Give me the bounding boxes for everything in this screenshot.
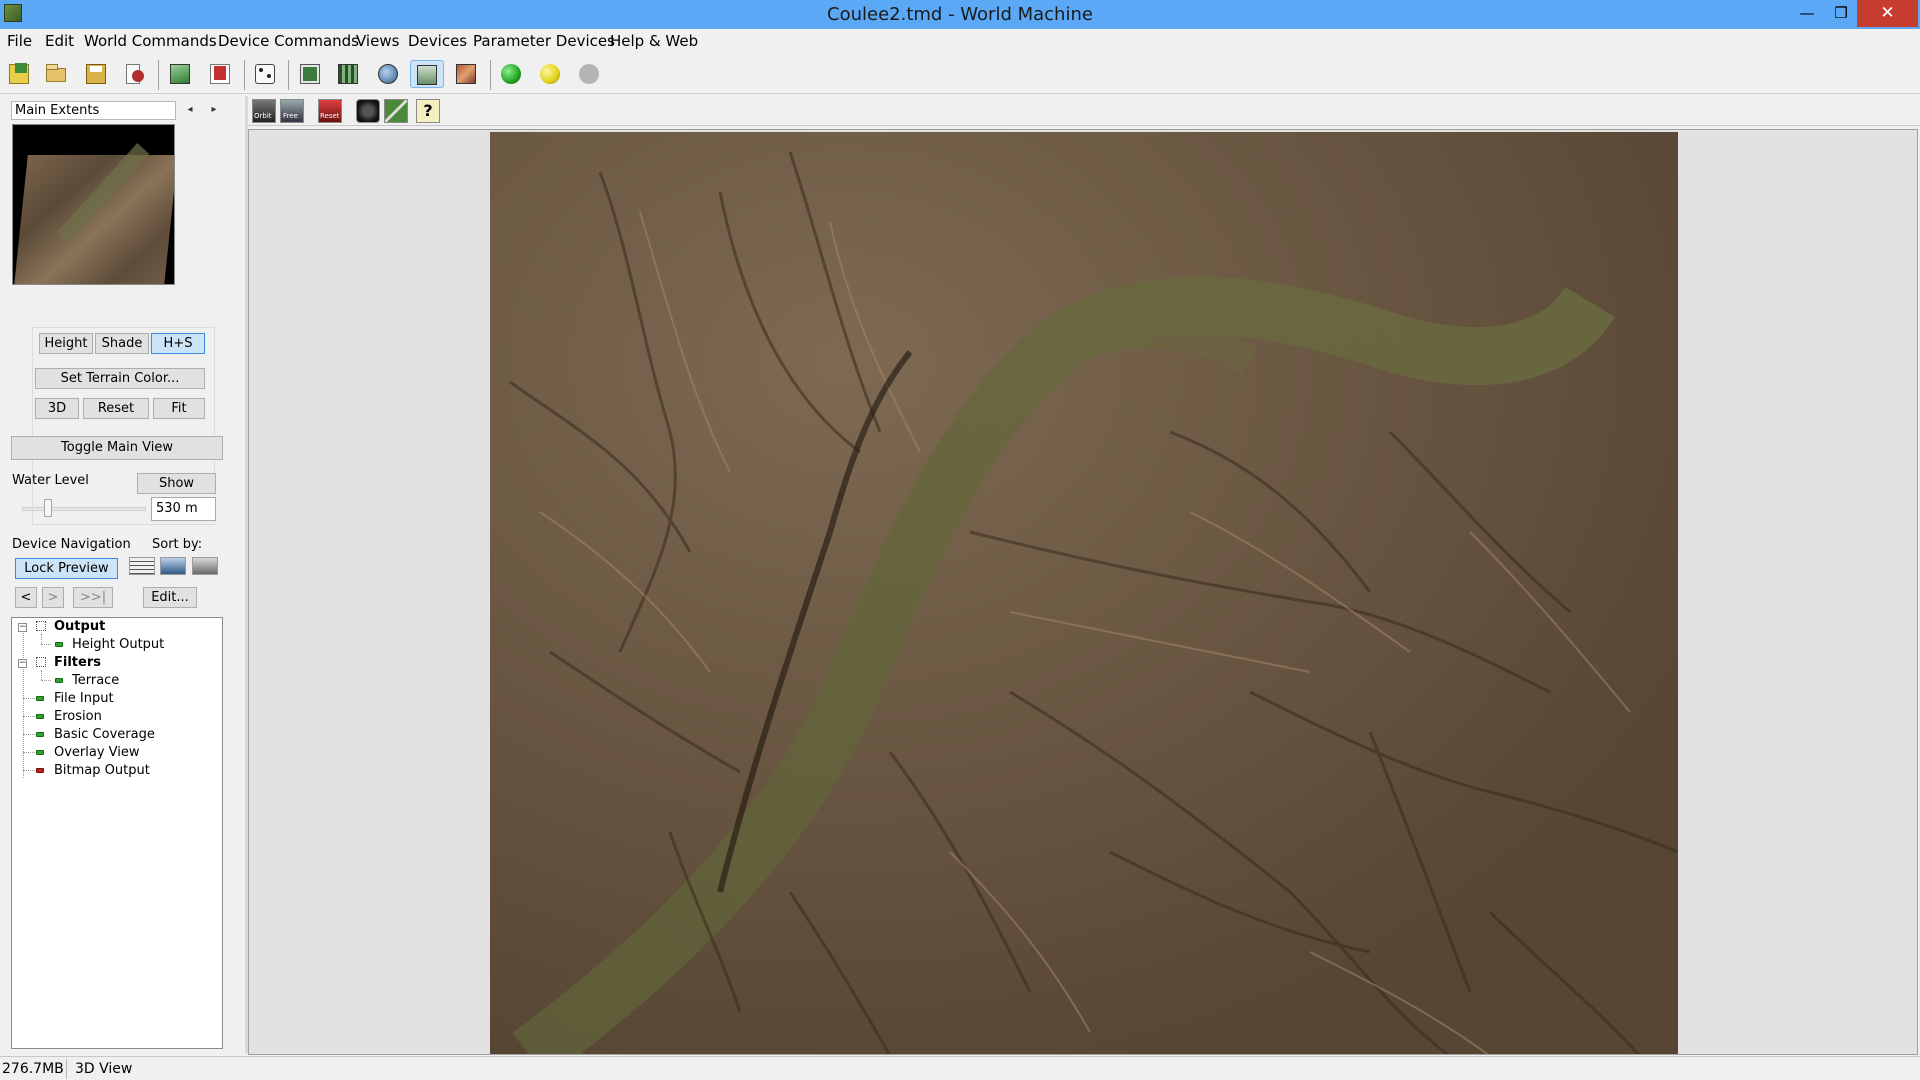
sort-by-label: Sort by: <box>152 537 203 552</box>
orbit-icon[interactable]: Orbit <box>252 99 276 123</box>
status-led-icon <box>36 732 44 737</box>
status-led-icon <box>36 750 44 755</box>
tree-item-erosion[interactable]: Erosion <box>54 708 102 726</box>
save-icon[interactable] <box>82 60 110 88</box>
reset-button[interactable]: Reset <box>83 398 149 419</box>
toggle-main-view-button[interactable]: Toggle Main View <box>11 436 223 460</box>
overlay-view-icon[interactable] <box>410 60 444 88</box>
status-led-icon <box>36 768 44 773</box>
terrain-render[interactable] <box>490 132 1678 1054</box>
tree-collapse-output[interactable]: − <box>18 623 27 632</box>
extents-next-button[interactable]: ▸ <box>204 101 224 120</box>
window-title: Coulee2.tmd - World Machine <box>827 4 1093 25</box>
menu-file[interactable]: File <box>7 32 32 50</box>
build-stop-icon[interactable] <box>575 60 603 88</box>
water-show-button[interactable]: Show <box>137 473 216 494</box>
menu-world-commands[interactable]: World Commands <box>84 32 217 50</box>
menu-device-commands[interactable]: Device Commands <box>218 32 359 50</box>
group-grid-icon <box>36 621 46 631</box>
status-led-icon <box>36 714 44 719</box>
nav-prev-button[interactable]: < <box>15 587 37 608</box>
main-3d-viewport[interactable] <box>248 129 1918 1055</box>
menu-parameter-devices[interactable]: Parameter Devices <box>473 32 615 50</box>
view-mode-shade[interactable]: Shade <box>95 333 149 354</box>
texture-view-icon[interactable] <box>452 60 480 88</box>
status-led-icon <box>55 678 63 683</box>
snapshot-camera-icon[interactable] <box>356 99 380 123</box>
terrain-preview-thumbnail[interactable] <box>12 124 175 285</box>
help-icon[interactable]: ? <box>416 99 440 123</box>
terrain-build-icon[interactable] <box>166 60 194 88</box>
memory-usage: 276.7MB <box>2 1061 64 1077</box>
random-seed-icon[interactable] <box>251 60 279 88</box>
tree-item-terrace[interactable]: Terrace <box>72 672 119 690</box>
lock-preview-button[interactable]: Lock Preview <box>15 558 118 579</box>
close-button[interactable]: ✕ <box>1857 0 1918 27</box>
status-led-icon <box>55 642 63 647</box>
menu-edit[interactable]: Edit <box>45 32 74 50</box>
menu-bar: File Edit World Commands Device Commands… <box>0 29 1920 54</box>
water-level-slider-thumb[interactable] <box>44 499 52 517</box>
preview-controls-group <box>32 327 215 525</box>
extents-dropdown[interactable]: Main Extents <box>11 101 176 120</box>
current-view-label: 3D View <box>75 1061 133 1077</box>
status-bar: 276.7MB 3D View <box>0 1056 1920 1080</box>
tree-item-output[interactable]: Output <box>54 618 105 636</box>
sort-type-icon[interactable] <box>160 557 186 575</box>
tree-item-file-input[interactable]: File Input <box>54 690 114 708</box>
fit-button[interactable]: Fit <box>153 398 205 419</box>
device-navigation-label: Device Navigation <box>12 537 131 552</box>
terrain-heightfield-image <box>490 132 1678 1054</box>
view-toolbar: Orbit Free Reset ? <box>248 96 1920 126</box>
water-level-label: Water Level <box>12 473 89 488</box>
reset-camera-icon[interactable]: Reset <box>318 99 342 123</box>
draw-line-icon[interactable] <box>384 99 408 123</box>
tree-item-basic-coverage[interactable]: Basic Coverage <box>54 726 155 744</box>
layout-view-icon[interactable] <box>296 60 324 88</box>
build-green-icon[interactable] <box>497 60 525 88</box>
extents-prev-button[interactable]: ◂ <box>180 101 200 120</box>
3d-button[interactable]: 3D <box>35 398 79 419</box>
nav-next-button[interactable]: > <box>42 587 64 608</box>
device-tree[interactable]: − Output Height Output − Filters Terrace… <box>11 617 223 1049</box>
terrain-export-icon[interactable] <box>206 60 234 88</box>
sort-name-icon[interactable] <box>192 557 218 575</box>
title-bar: Coulee2.tmd - World Machine — ❐ ✕ <box>0 0 1920 29</box>
tree-item-bitmap-output[interactable]: Bitmap Output <box>54 762 150 780</box>
status-led-icon <box>36 696 44 701</box>
open-icon[interactable] <box>42 60 70 88</box>
water-level-slider[interactable] <box>22 507 146 511</box>
3d-view-icon[interactable] <box>374 60 402 88</box>
menu-devices[interactable]: Devices <box>408 32 467 50</box>
view-mode-hs[interactable]: H+S <box>151 333 205 354</box>
tree-item-overlay-view[interactable]: Overlay View <box>54 744 140 762</box>
water-level-input[interactable]: 530 m <box>151 497 216 521</box>
menu-views[interactable]: Views <box>356 32 399 50</box>
view-mode-height[interactable]: Height <box>39 333 93 354</box>
wizard-icon[interactable] <box>120 60 148 88</box>
build-yellow-icon[interactable] <box>536 60 564 88</box>
tree-collapse-filters[interactable]: − <box>18 659 27 668</box>
tree-item-height-output[interactable]: Height Output <box>72 636 164 654</box>
new-world-icon[interactable] <box>5 60 33 88</box>
free-camera-icon[interactable]: Free <box>280 99 304 123</box>
main-toolbar <box>0 54 1920 94</box>
sort-list-icon[interactable] <box>129 557 155 575</box>
device-view-icon[interactable] <box>334 60 362 88</box>
tree-item-filters[interactable]: Filters <box>54 654 101 672</box>
set-terrain-color-button[interactable]: Set Terrain Color... <box>35 368 205 389</box>
menu-help-web[interactable]: Help & Web <box>610 32 698 50</box>
nav-last-button[interactable]: >>| <box>73 587 113 608</box>
group-grid-icon <box>36 657 46 667</box>
edit-button[interactable]: Edit... <box>143 587 197 608</box>
